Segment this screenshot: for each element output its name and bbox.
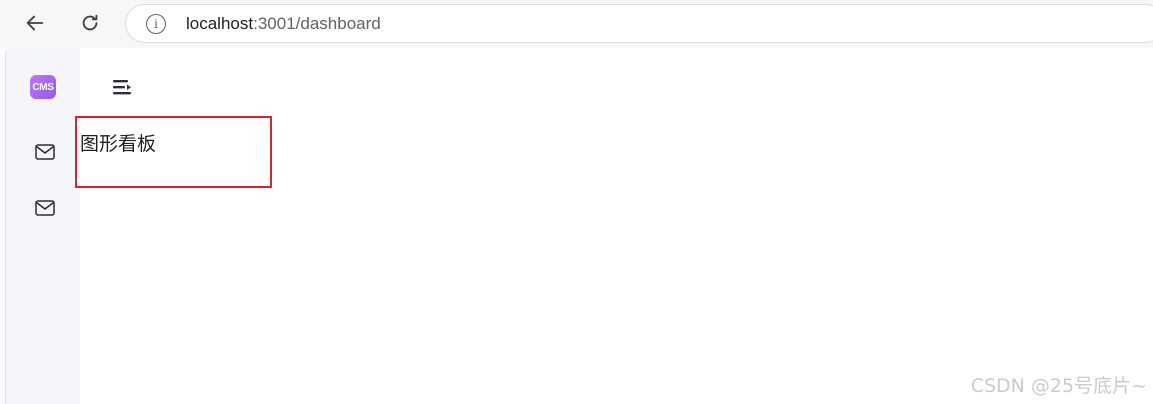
info-icon[interactable]: i [146,13,166,34]
arrow-left-icon [26,15,44,31]
app-page: CMS 图形看板 CSDN @25号底片~ [0,48,1153,404]
back-button[interactable] [18,6,52,40]
page-title: 图形看板 [80,133,157,155]
menu-toggle-icon[interactable] [110,76,134,98]
url-text[interactable]: localhost:3001/dashboard [186,14,381,34]
cms-logo: CMS [30,75,56,99]
watermark: CSDN @25号底片~ [970,375,1147,397]
sidebar-item-mail-2[interactable] [34,197,56,219]
reload-icon [82,14,98,31]
url-path: :3001/dashboard [253,13,381,33]
mail-icon [35,200,55,216]
sidebar: CMS [5,48,80,404]
browser-toolbar: i localhost:3001/dashboard [0,0,1153,48]
address-bar[interactable]: i localhost:3001/dashboard [125,4,1153,43]
sidebar-item-mail-1[interactable] [34,141,56,163]
reload-button[interactable] [73,6,107,40]
mail-icon [35,144,55,160]
url-host: localhost [186,13,254,33]
